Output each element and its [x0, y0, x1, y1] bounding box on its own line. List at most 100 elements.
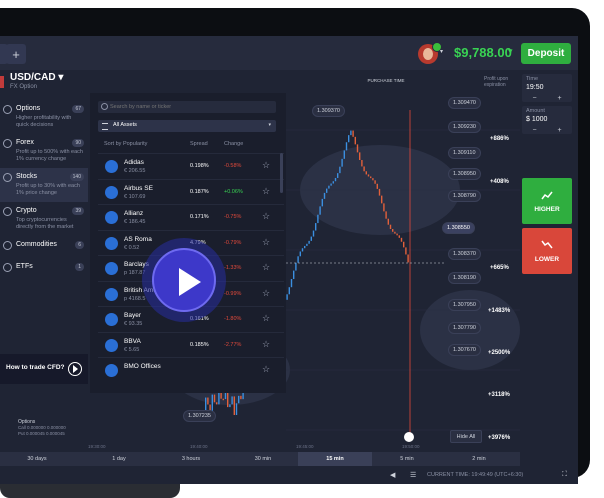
- candle: [378, 188, 381, 196]
- candle: [332, 181, 334, 184]
- sound-icon[interactable]: ◀: [390, 471, 395, 479]
- fullscreen-icon[interactable]: ⛶: [562, 471, 567, 479]
- star-icon[interactable]: ☆: [262, 237, 270, 248]
- amount-label: Amount: [526, 108, 545, 114]
- purchase-time-label: PURCHASE TIME: [367, 78, 405, 83]
- nav-item-options[interactable]: Options 67 Higher profitability with qui…: [0, 100, 88, 134]
- asset-row-name: BBVA: [124, 337, 141, 345]
- candle: [233, 396, 235, 416]
- asset-row[interactable]: Adidas € 206.55 0.198% -0.58% ☆: [98, 153, 284, 179]
- nav-desc: Profit up to 30% with each 1% price chan…: [16, 183, 80, 196]
- asset-row-change: -1.33%: [224, 265, 242, 271]
- candle: [288, 287, 290, 295]
- search-box[interactable]: [98, 101, 276, 113]
- how-to-trade-video[interactable]: How to trade CFD?: [0, 354, 88, 384]
- star-icon[interactable]: ☆: [262, 364, 270, 375]
- higher-button[interactable]: HIGHER: [522, 178, 572, 224]
- asset-selector[interactable]: USD/CAD ▾ FX Option: [10, 72, 63, 90]
- asset-logo-icon: [105, 313, 118, 326]
- current-time: CURRENT TIME: 19:49:49 (UTC+6:30): [427, 472, 524, 478]
- timeframe-3-hours[interactable]: 3 hours: [154, 452, 228, 466]
- candle: [231, 396, 233, 405]
- expiration-clock-icon[interactable]: [404, 432, 414, 442]
- status-bar: ◀ ☰ CURRENT TIME: 19:49:49 (UTC+6:30) ⛶: [0, 468, 578, 484]
- chevron-down-icon[interactable]: ▾: [440, 48, 443, 55]
- balance[interactable]: $9,788.00: [454, 45, 512, 60]
- sort-header[interactable]: Sort by Popularity: [104, 141, 147, 147]
- asset-row-spread: 0.171%: [190, 214, 209, 220]
- asset-row-name: Bayer: [124, 312, 141, 319]
- time-label: Time: [526, 76, 539, 82]
- asset-row[interactable]: BBVA € 5.65 0.185% -2.77% ☆: [98, 331, 284, 358]
- add-tab-button[interactable]: +: [6, 44, 26, 64]
- asset-logo-icon: [105, 364, 118, 377]
- amount-minus-button[interactable]: −: [532, 127, 536, 134]
- candle: [400, 237, 403, 242]
- candle: [297, 256, 299, 263]
- asset-row[interactable]: BMO Offices ☆: [98, 357, 284, 383]
- profit-percent-label: +3976%: [488, 435, 511, 441]
- asset-row[interactable]: Allianz € 186.45 0.171% -0.75% ☆: [98, 204, 284, 230]
- search-input[interactable]: [110, 101, 270, 113]
- star-icon[interactable]: ☆: [262, 339, 270, 350]
- star-icon[interactable]: ☆: [262, 313, 270, 324]
- timeframe-15-min[interactable]: 15 min: [298, 452, 372, 466]
- asset-filter-dropdown[interactable]: All Assets ▾: [98, 120, 276, 132]
- timeframe-5-min[interactable]: 5 min: [370, 452, 444, 466]
- nav-item-commodities[interactable]: Commodities 6: [0, 236, 88, 258]
- asset-row-spread: 0.198%: [190, 163, 209, 169]
- timeframe-2-min[interactable]: 2 min: [442, 452, 516, 466]
- amount-field[interactable]: Amount $ 1000 − +: [522, 106, 572, 134]
- candle: [356, 144, 359, 153]
- star-icon[interactable]: ☆: [262, 288, 270, 299]
- hide-all-button[interactable]: Hide All: [450, 430, 482, 443]
- balance-chevron-icon[interactable]: ▾: [508, 46, 513, 57]
- star-icon[interactable]: ☆: [262, 186, 270, 197]
- play-icon[interactable]: [68, 362, 82, 376]
- timeframe-30-min[interactable]: 30 min: [226, 452, 300, 466]
- scrollbar[interactable]: [280, 153, 283, 193]
- candle: [207, 397, 209, 405]
- candle: [389, 224, 392, 229]
- asset-row-price: € 186.45: [124, 219, 146, 225]
- lower-button[interactable]: LOWER: [522, 228, 572, 274]
- candle: [293, 270, 295, 280]
- time-minus-button[interactable]: −: [532, 95, 536, 102]
- nav-count: 90: [72, 139, 84, 147]
- candle: [354, 136, 356, 145]
- time-plus-button[interactable]: +: [557, 95, 561, 102]
- search-icon: [101, 103, 108, 110]
- time-field[interactable]: Time 19:50 − +: [522, 74, 572, 102]
- candle: [328, 185, 330, 189]
- star-icon[interactable]: ☆: [262, 160, 270, 171]
- asset-row-spread: 0.185%: [190, 341, 209, 348]
- nav-item-crypto[interactable]: Crypto 39 Top cryptocurrencies directly …: [0, 202, 88, 236]
- support-icon[interactable]: ☰: [410, 471, 416, 479]
- star-icon[interactable]: ☆: [262, 211, 270, 222]
- nav-item-forex[interactable]: Forex 90 Profit up to 500% with each 1% …: [0, 134, 88, 168]
- lower-label: LOWER: [534, 256, 560, 263]
- candle: [339, 166, 341, 174]
- asset-row-change: +0.06%: [224, 188, 243, 195]
- asset-row-price: € 107.69: [124, 193, 146, 200]
- nav-item-etfs[interactable]: ETFs 1: [0, 258, 88, 280]
- profit-percent-label: +665%: [490, 265, 509, 271]
- spread-header[interactable]: Spread: [190, 141, 208, 147]
- star-icon[interactable]: ☆: [262, 262, 270, 273]
- asset-row[interactable]: Airbus SE € 107.69 0.187% +0.06% ☆: [98, 178, 284, 205]
- candle: [372, 178, 374, 181]
- amount-plus-button[interactable]: +: [557, 127, 561, 134]
- change-header[interactable]: Change: [224, 141, 243, 147]
- candle: [290, 279, 293, 288]
- profit-percent-label: +408%: [490, 179, 509, 185]
- nav-item-stocks[interactable]: Stocks 140 Profit up to 30% with each 1%…: [0, 168, 88, 202]
- profit-percent-label: +1483%: [488, 308, 511, 314]
- candle: [306, 243, 308, 246]
- asset-row-price: € 206.55: [124, 168, 146, 174]
- timeframe-1-day[interactable]: 1 day: [82, 452, 156, 466]
- time-value[interactable]: 19:50: [526, 84, 544, 91]
- video-play-button[interactable]: [142, 238, 226, 322]
- deposit-button[interactable]: Deposit: [521, 43, 571, 64]
- amount-value[interactable]: $ 1000: [526, 116, 547, 123]
- timeframe-30-days[interactable]: 30 days: [0, 452, 74, 466]
